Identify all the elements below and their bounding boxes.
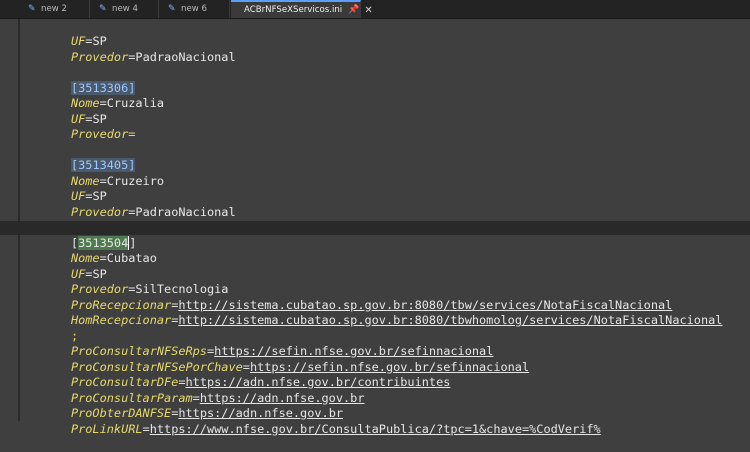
tab-new-6[interactable]: ✎ new 6 <box>160 0 230 18</box>
code-line: UF=SP <box>70 266 107 281</box>
text-editor[interactable]: UF=SP Provedor=PadraoNacional [3513306] … <box>0 19 750 436</box>
code-line: Provedor=PadraoNacional <box>70 204 236 219</box>
code-line: ProConsultarNFSePorChave=https://sefin.n… <box>70 359 530 374</box>
pencil-icon: ✎ <box>28 4 36 14</box>
section-header-current: [3513504] <box>70 235 137 250</box>
close-icon[interactable]: ✕ <box>364 5 372 16</box>
code-line: UF=SP <box>70 189 107 203</box>
tab-acbrnfsexservicos[interactable]: ACBrNFSeXServicos.ini 📌 ✕ <box>231 0 373 18</box>
tab-label: new 6 <box>181 4 207 14</box>
gutter <box>18 19 20 421</box>
tab-label: new 2 <box>41 4 67 14</box>
comment-line: ; <box>70 328 79 343</box>
code-line: ProConsultarDFe=https://adn.nfse.gov.br/… <box>70 375 451 389</box>
pencil-icon: ✎ <box>168 4 176 14</box>
code-line: Provedor=PadraoNacional <box>70 49 236 64</box>
code-line: ProRecepcionar=http://sistema.cubatao.sp… <box>70 297 673 312</box>
tab-bar: ✎ new 2 ✎ new 4 ✎ new 6 ACBrNFSeXServico… <box>0 0 750 19</box>
code-line: ProConsultarParam=https://adn.nfse.gov.b… <box>70 390 365 405</box>
code-line: UF=SP <box>70 34 107 48</box>
tab-new-4[interactable]: ✎ new 4 <box>91 0 159 18</box>
url-link[interactable]: http://sistema.cubatao.sp.gov.br:8080/tb… <box>178 313 722 327</box>
pin-icon[interactable]: 📌 <box>348 5 359 15</box>
code-line: Nome=Cruzeiro <box>70 173 165 188</box>
tab-label: new 4 <box>112 4 138 14</box>
code-line: Nome=Cubatao <box>70 251 157 265</box>
code-line: Provedor=SilTecnologia <box>70 282 229 296</box>
pencil-icon: ✎ <box>99 4 107 14</box>
code-line: ProConsultarNFSeRps=https://sefin.nfse.g… <box>70 344 494 358</box>
section-header: [3513306] <box>70 80 136 95</box>
tab-label: ACBrNFSeXServicos.ini <box>244 5 343 15</box>
code-line: UF=SP <box>70 111 107 126</box>
section-header: [3513405] <box>70 158 136 172</box>
code-line: ProLinkURL=https://www.nfse.gov.br/Consu… <box>70 421 601 436</box>
code-line: HomRecepcionar=http://sistema.cubatao.sp… <box>70 313 723 327</box>
tab-new-2[interactable]: ✎ new 2 <box>20 0 90 18</box>
code-line: ProObterDANFSE=https://adn.nfse.gov.br <box>70 406 344 420</box>
url-link[interactable]: https://www.nfse.gov.br/ConsultaPublica/… <box>150 422 601 436</box>
code-line: Nome=Cruzalia <box>70 96 165 110</box>
code-line: Provedor= <box>70 127 136 141</box>
